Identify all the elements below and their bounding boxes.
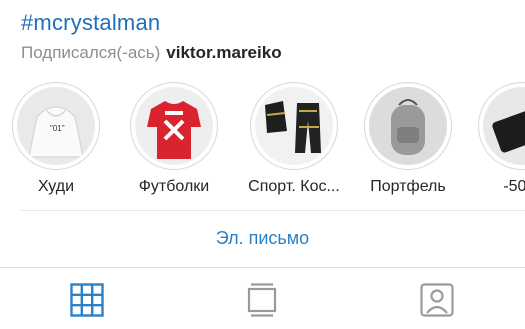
highlight-label: Худи	[37, 178, 75, 195]
followed-by-prefix: Подписался(-ась)	[21, 43, 161, 62]
tab-grid[interactable]	[67, 280, 107, 320]
highlight-label: -50%	[503, 178, 525, 195]
wallet-thumbnail	[483, 87, 525, 165]
backpack-thumbnail	[369, 87, 447, 165]
grid-icon	[70, 283, 104, 317]
highlight-ring	[130, 82, 218, 170]
section-divider	[21, 210, 525, 211]
highlight-ring: "01"	[12, 82, 100, 170]
profile-hashtag[interactable]: #mcrystalman	[21, 10, 160, 36]
email-button[interactable]: Эл. письмо	[0, 228, 525, 249]
feed-icon	[247, 283, 277, 317]
followed-by-username[interactable]: viktor.mareiko	[166, 43, 281, 62]
highlight-label: Портфель	[370, 178, 446, 195]
highlight-label: Футболки	[138, 178, 210, 195]
highlight-ring	[478, 82, 525, 170]
hoodie-thumbnail: "01"	[17, 87, 95, 165]
story-highlights-row: "01" Худи Футболки Спорт. Кос... Портфел…	[0, 82, 525, 202]
followed-by-line: Подписался(-ась) viktor.mareiko	[21, 43, 282, 63]
highlight-ring	[364, 82, 452, 170]
tab-feed[interactable]	[242, 280, 282, 320]
svg-text:"01": "01"	[50, 124, 65, 133]
tab-tagged[interactable]	[417, 280, 457, 320]
highlight-ring	[250, 82, 338, 170]
tshirt-thumbnail	[135, 87, 213, 165]
tracksuit-thumbnail	[255, 87, 333, 165]
highlight-label: Спорт. Кос...	[248, 178, 340, 195]
profile-tab-bar	[0, 267, 525, 329]
tagged-person-icon	[420, 283, 454, 317]
